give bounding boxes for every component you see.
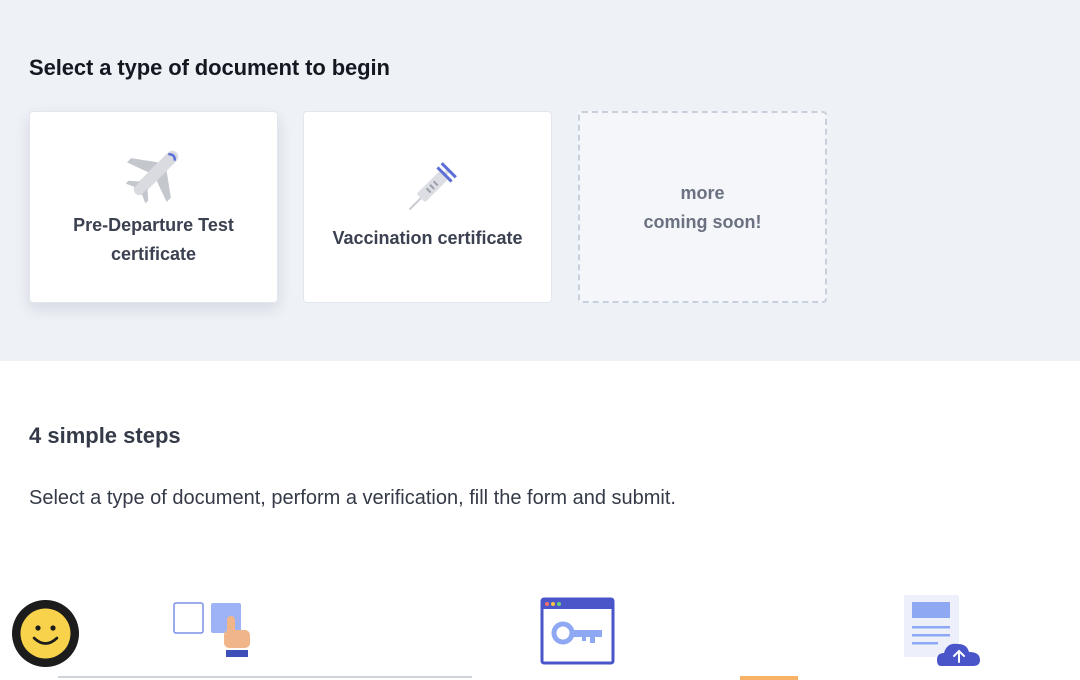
steps-description: Select a type of document, perform a ver…	[29, 487, 676, 509]
card-label: more coming soon!	[643, 183, 762, 232]
airplane-icon	[126, 150, 179, 204]
verification-key-icon	[540, 597, 615, 665]
coming-soon-card: more coming soon!	[578, 111, 827, 303]
card-label: Vaccination certificate	[332, 228, 523, 248]
card-label: Pre-Departure Test certificate	[73, 215, 234, 264]
feedback-button[interactable]	[12, 600, 79, 667]
syringe-icon	[408, 162, 457, 211]
document-type-section: Select a type of document to begin Pre-D…	[0, 0, 1080, 361]
steps-title: 4 simple steps	[29, 423, 181, 448]
scroll-divider	[58, 676, 472, 678]
vaccination-certificate-card[interactable]: Vaccination certificate	[303, 111, 552, 303]
form-upload-icon	[904, 595, 980, 666]
section-title: Select a type of document to begin	[29, 55, 390, 80]
pre-departure-test-card[interactable]: Pre-Departure Test certificate	[29, 111, 278, 303]
select-document-icon	[173, 602, 250, 657]
smiley-icon	[20, 608, 71, 659]
accent-bar	[740, 676, 798, 680]
